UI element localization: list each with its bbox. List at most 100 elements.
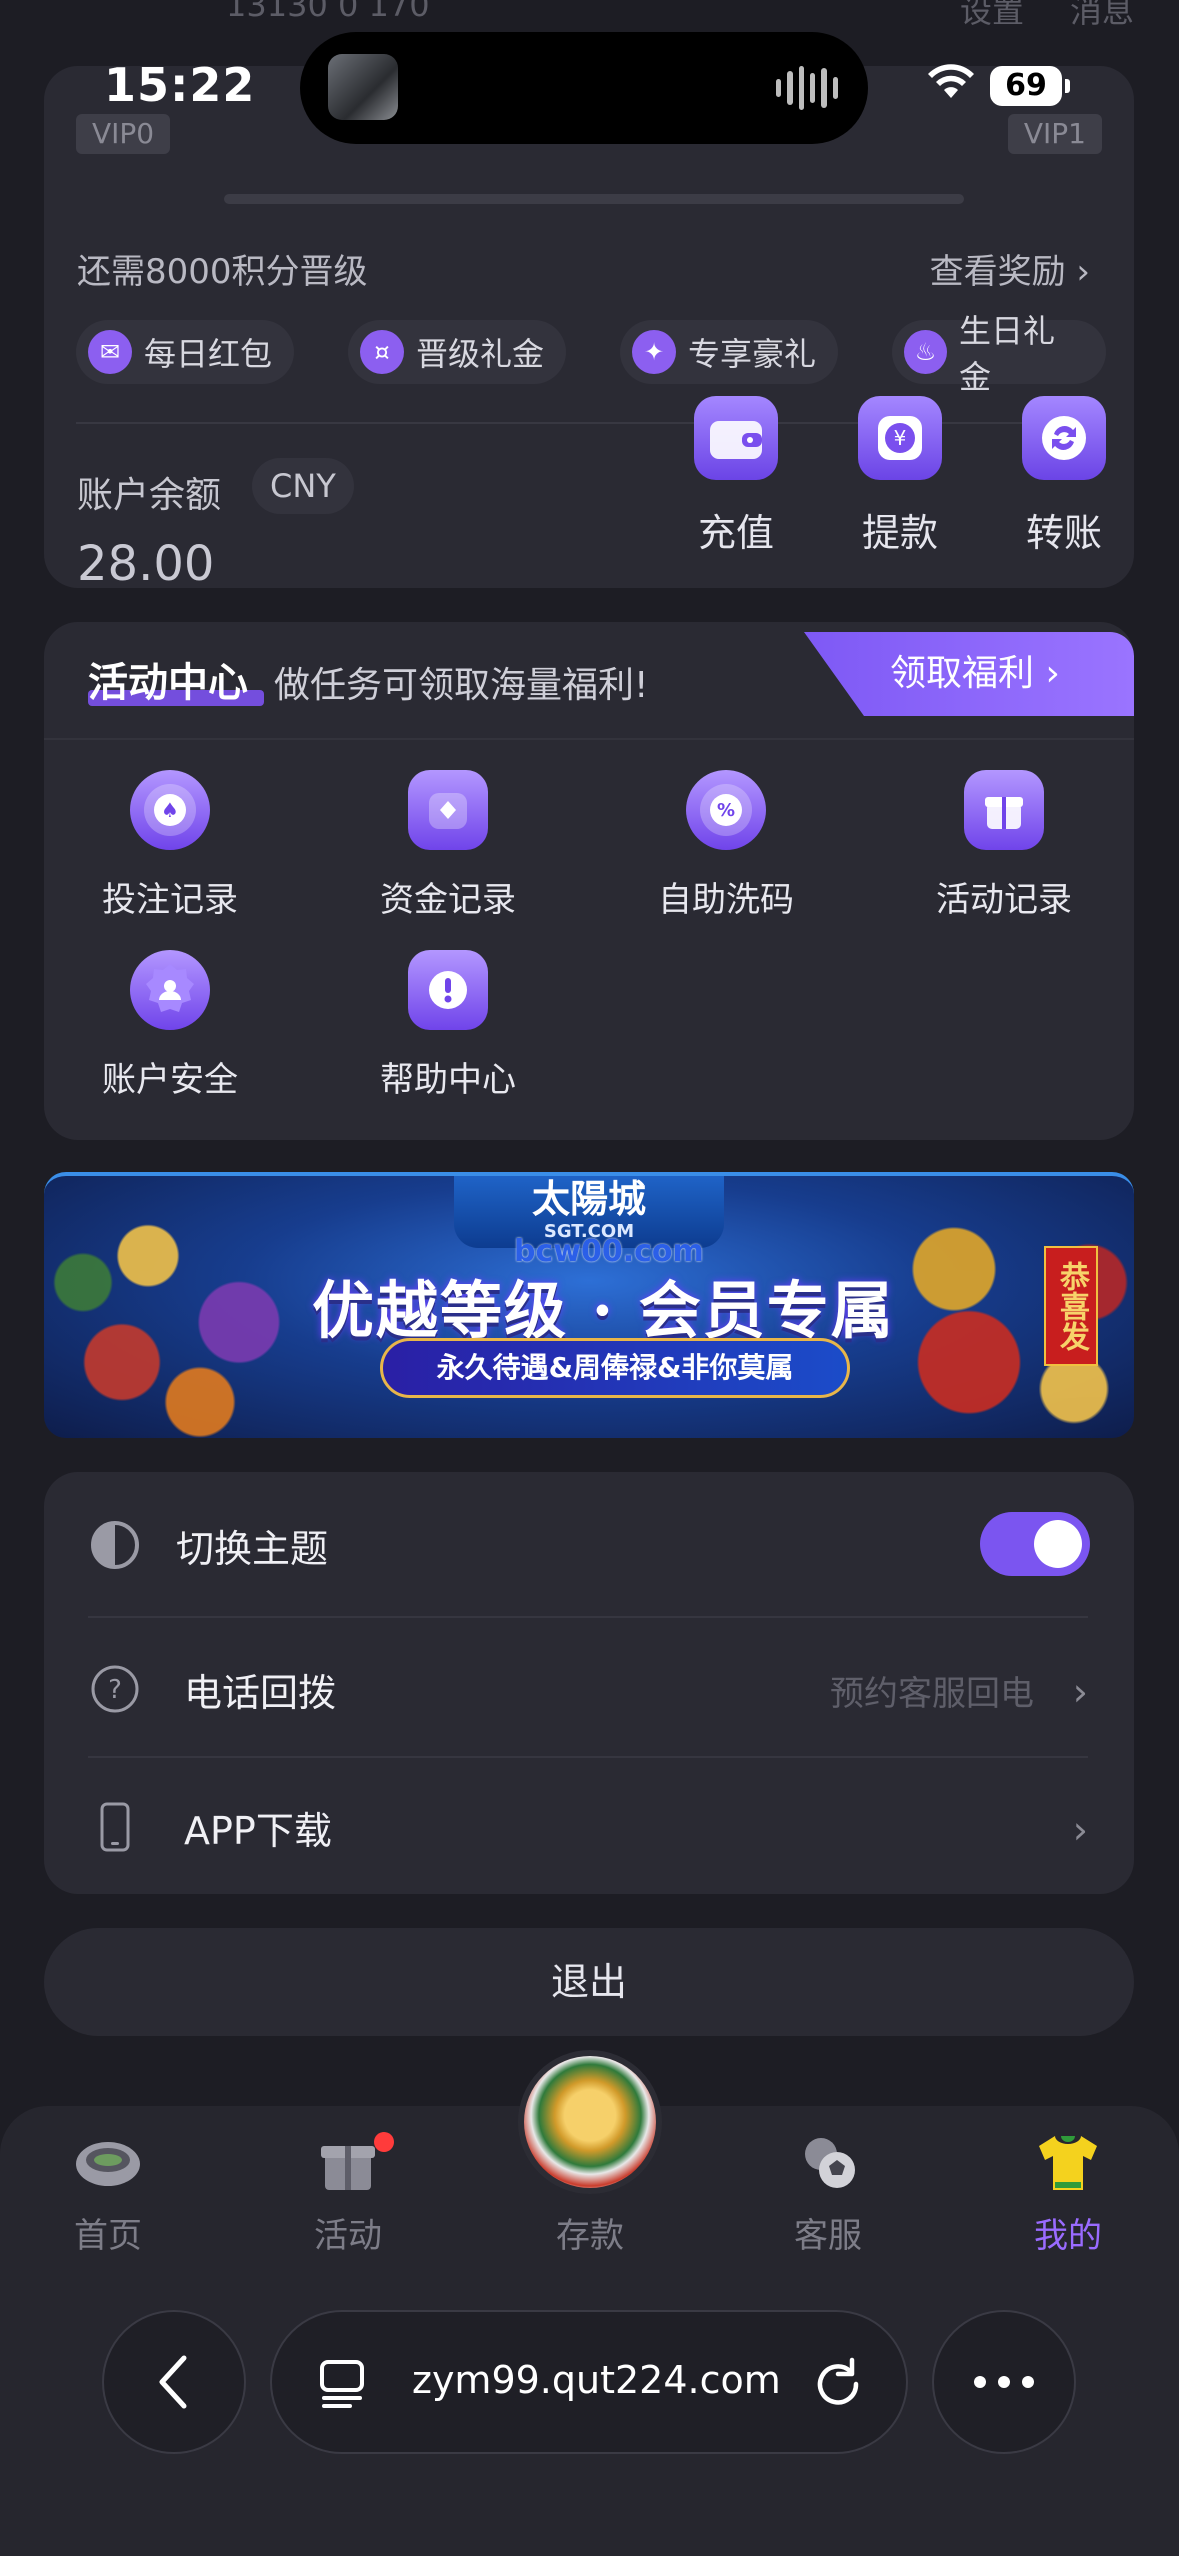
transfer-button[interactable]: 转账 xyxy=(1004,396,1124,557)
perk-birthday-bonus[interactable]: ♨ 生日礼金 xyxy=(892,312,1106,396)
callback-row[interactable]: ? 电话回拨 预约客服回电 › xyxy=(44,1618,1134,1756)
soccer-ball-icon xyxy=(805,2138,855,2188)
svg-text:♠: ♠ xyxy=(161,798,179,822)
app-download-label: APP下载 xyxy=(184,1809,332,1853)
shield-user-icon xyxy=(130,950,210,1030)
activity-center-card: 活动中心 做任务可领取海量福利! 领取福利 › ♠ 投注记录 资金记录 % 自助… xyxy=(44,622,1134,1140)
chevron-right-icon: › xyxy=(1072,1808,1088,1852)
transfer-icon xyxy=(1022,396,1106,480)
banner-pill: 永久待遇&周俸禄&非你莫属 xyxy=(380,1338,850,1398)
balance-value: 28.00 xyxy=(77,536,215,592)
tab-activity[interactable]: 活动 xyxy=(268,2130,428,2257)
dynamic-island xyxy=(300,32,868,144)
tab-label: 客服 xyxy=(794,2216,862,2256)
tab-deposit-label[interactable]: 存款 xyxy=(520,2208,660,2257)
cake-icon: ♨ xyxy=(904,330,947,374)
perk-label: 晋级礼金 xyxy=(416,335,545,373)
audio-wave-icon xyxy=(776,66,838,110)
perk-label: 每日红包 xyxy=(144,335,273,373)
perk-exclusive-gift[interactable]: ✦ 专享豪礼 xyxy=(620,320,839,384)
callback-label: 电话回拨 xyxy=(184,1671,337,1715)
cash-icon: ¤ xyxy=(360,330,404,374)
banner-side-text: 恭喜发 xyxy=(1044,1246,1098,1366)
activity-records-item[interactable]: 活动记录 xyxy=(904,770,1104,921)
vip-need-text: 还需8000积分晋级 xyxy=(77,252,368,292)
svg-text:¥: ¥ xyxy=(894,426,907,450)
gift-icon xyxy=(964,770,1044,850)
recharge-button[interactable]: 充值 xyxy=(676,396,796,557)
jersey-icon xyxy=(1039,2136,1097,2190)
vip-current-tag: VIP0 xyxy=(76,114,171,154)
theme-toggle[interactable] xyxy=(980,1512,1090,1576)
withdraw-button[interactable]: ¥ 提款 xyxy=(840,396,960,557)
help-center-item[interactable]: 帮助中心 xyxy=(348,950,548,1101)
logo-cn: 太陽城 xyxy=(531,1176,646,1221)
callback-hint: 预约客服回电 xyxy=(830,1674,1034,1714)
gift-icon: ✦ xyxy=(632,330,676,374)
tab-home[interactable]: 首页 xyxy=(28,2130,188,2257)
transfer-label: 转账 xyxy=(1025,511,1102,555)
question-icon: ? xyxy=(91,1665,139,1713)
red-envelope-icon: ✉ xyxy=(88,330,132,374)
chevron-right-icon: › xyxy=(1072,1670,1088,1714)
svg-text:%: % xyxy=(717,800,735,821)
item-label: 活动记录 xyxy=(936,880,1072,920)
url-bar[interactable]: zym99.qut224.com xyxy=(270,2310,908,2454)
logout-button[interactable]: 退出 xyxy=(44,1928,1134,2036)
banner-headline: 优越等级 · 会员专属 xyxy=(312,1274,895,1347)
tab-label: 活动 xyxy=(314,2216,382,2256)
tab-support[interactable]: 客服 xyxy=(748,2130,908,2257)
user-id-text: 13130 0 170 xyxy=(226,0,430,24)
activity-subtitle: 做任务可领取海量福利! xyxy=(274,665,649,706)
item-label: 帮助中心 xyxy=(380,1060,516,1100)
vip-progress-bar xyxy=(224,194,964,204)
tabs-icon xyxy=(320,2360,364,2408)
phone-icon xyxy=(100,1802,130,1852)
battery-indicator: 69 xyxy=(990,66,1070,106)
url-text: zym99.qut224.com xyxy=(412,2358,781,2402)
more-button[interactable] xyxy=(932,2310,1076,2454)
toggle-knob xyxy=(1034,1520,1082,1568)
tab-label: 首页 xyxy=(74,2216,142,2256)
messages-link[interactable]: 消息 xyxy=(1070,0,1134,32)
divider xyxy=(44,738,1134,740)
promo-banner[interactable]: 恭喜发 太陽城 SGT.COM bcw00.com 优越等级 · 会员专属 永久… xyxy=(44,1172,1134,1438)
perk-upgrade-bonus[interactable]: ¤ 晋级礼金 xyxy=(348,320,567,384)
item-label: 账户安全 xyxy=(102,1060,238,1100)
wallet-icon xyxy=(408,770,488,850)
app-download-row[interactable]: APP下载 › xyxy=(44,1756,1134,1894)
back-button[interactable] xyxy=(102,2310,246,2454)
half-circle-icon xyxy=(91,1521,139,1569)
account-security-item[interactable]: 账户安全 xyxy=(70,950,270,1101)
settings-link[interactable]: 设置 xyxy=(960,0,1024,32)
perk-label: 生日礼金 xyxy=(958,312,1055,396)
vip-perks: ✉ 每日红包 ¤ 晋级礼金 ✦ 专享豪礼 ♨ 生日礼金 xyxy=(76,312,1106,396)
reload-icon[interactable] xyxy=(810,2356,866,2412)
bet-records-item[interactable]: ♠ 投注记录 xyxy=(70,770,270,921)
trophy-icon[interactable] xyxy=(524,2056,656,2188)
tab-mine[interactable]: 我的 xyxy=(988,2130,1148,2257)
exclamation-icon xyxy=(408,950,488,1030)
view-rewards-link[interactable]: 查看奖励 › xyxy=(930,244,1090,293)
item-label: 投注记录 xyxy=(102,880,238,920)
notification-badge xyxy=(374,2132,394,2152)
self-rebate-item[interactable]: % 自助洗码 xyxy=(626,770,826,921)
theme-row[interactable]: 切换主题 xyxy=(44,1474,1134,1612)
wifi-icon xyxy=(926,62,976,104)
banner-characters-left xyxy=(44,1176,304,1438)
vip-next-tag: VIP1 xyxy=(1007,114,1102,154)
recharge-label: 充值 xyxy=(697,511,774,555)
status-time: 15:22 xyxy=(104,58,256,112)
claim-benefits-button[interactable]: 领取福利 › xyxy=(804,632,1134,716)
percent-icon: % xyxy=(686,770,766,850)
fund-records-item[interactable]: 资金记录 xyxy=(348,770,548,921)
chip-icon: ♠ xyxy=(130,770,210,850)
tab-label: 我的 xyxy=(1034,2216,1102,2256)
settings-card: 切换主题 ? 电话回拨 预约客服回电 › APP下载 › xyxy=(44,1472,1134,1894)
more-dots-icon xyxy=(974,2376,1034,2388)
perk-daily-red-envelope[interactable]: ✉ 每日红包 xyxy=(76,320,295,384)
activity-title: 活动中心 xyxy=(88,660,248,706)
wallet-icon xyxy=(694,396,778,480)
item-label: 自助洗码 xyxy=(658,880,794,920)
perk-label: 专享豪礼 xyxy=(688,335,817,373)
